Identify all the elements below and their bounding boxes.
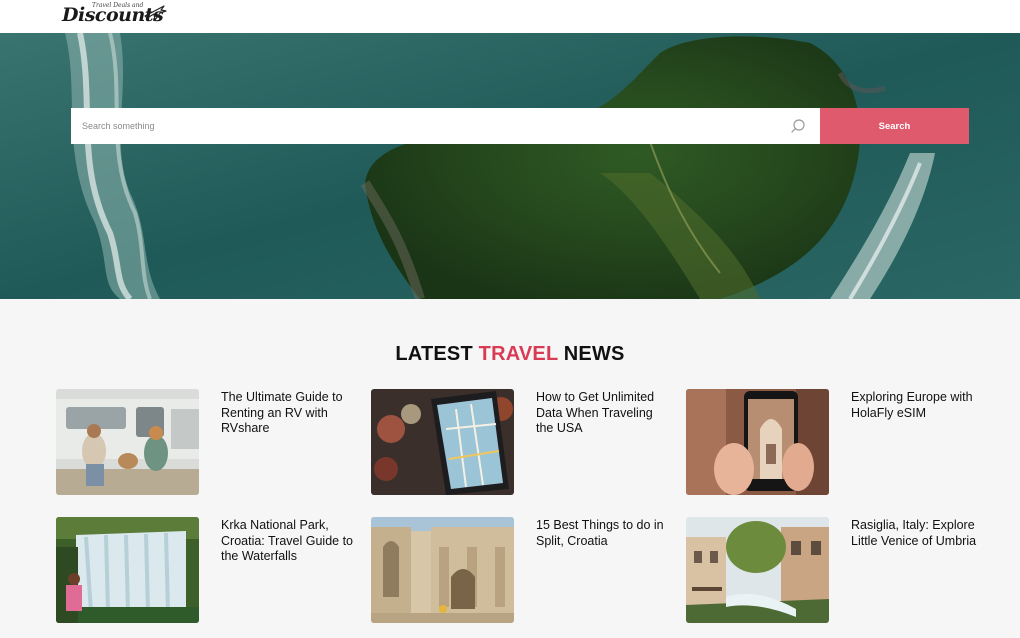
section-title-prefix: LATEST — [395, 343, 473, 365]
section-title-accent: TRAVEL — [478, 343, 559, 365]
search-icon[interactable] — [790, 118, 806, 134]
search-button[interactable]: Search — [820, 108, 969, 144]
search-bar — [71, 108, 820, 144]
article-title[interactable]: 15 Best Things to do in Split, Croatia — [536, 518, 671, 549]
article-title[interactable]: Krka National Park, Croatia: Travel Guid… — [221, 518, 356, 565]
article-title[interactable]: How to Get Unlimited Data When Traveling… — [536, 390, 671, 437]
article-title[interactable]: Rasiglia, Italy: Explore Little Venice o… — [851, 518, 986, 549]
hero-banner — [0, 33, 1020, 299]
article-image-rasiglia[interactable] — [686, 517, 829, 623]
article-image-europe-phone[interactable] — [686, 389, 829, 495]
site-header: Travel Deals and Discounts — [0, 0, 1020, 33]
article-image-rv[interactable] — [56, 389, 199, 495]
section-title-suffix: NEWS — [563, 343, 625, 365]
island-aerial-image — [0, 33, 1020, 299]
article-title[interactable]: The Ultimate Guide to Renting an RV with… — [221, 390, 356, 437]
airplane-icon — [144, 5, 167, 21]
section-title: LATEST TRAVEL NEWS — [0, 343, 1020, 366]
article-title[interactable]: Exploring Europe with HolaFly eSIM — [851, 390, 986, 421]
article-image-phone-map[interactable] — [371, 389, 514, 495]
search-input[interactable] — [71, 108, 771, 144]
site-logo[interactable]: Travel Deals and Discounts — [62, 2, 172, 30]
article-image-split[interactable] — [371, 517, 514, 623]
article-image-waterfall[interactable] — [56, 517, 199, 623]
